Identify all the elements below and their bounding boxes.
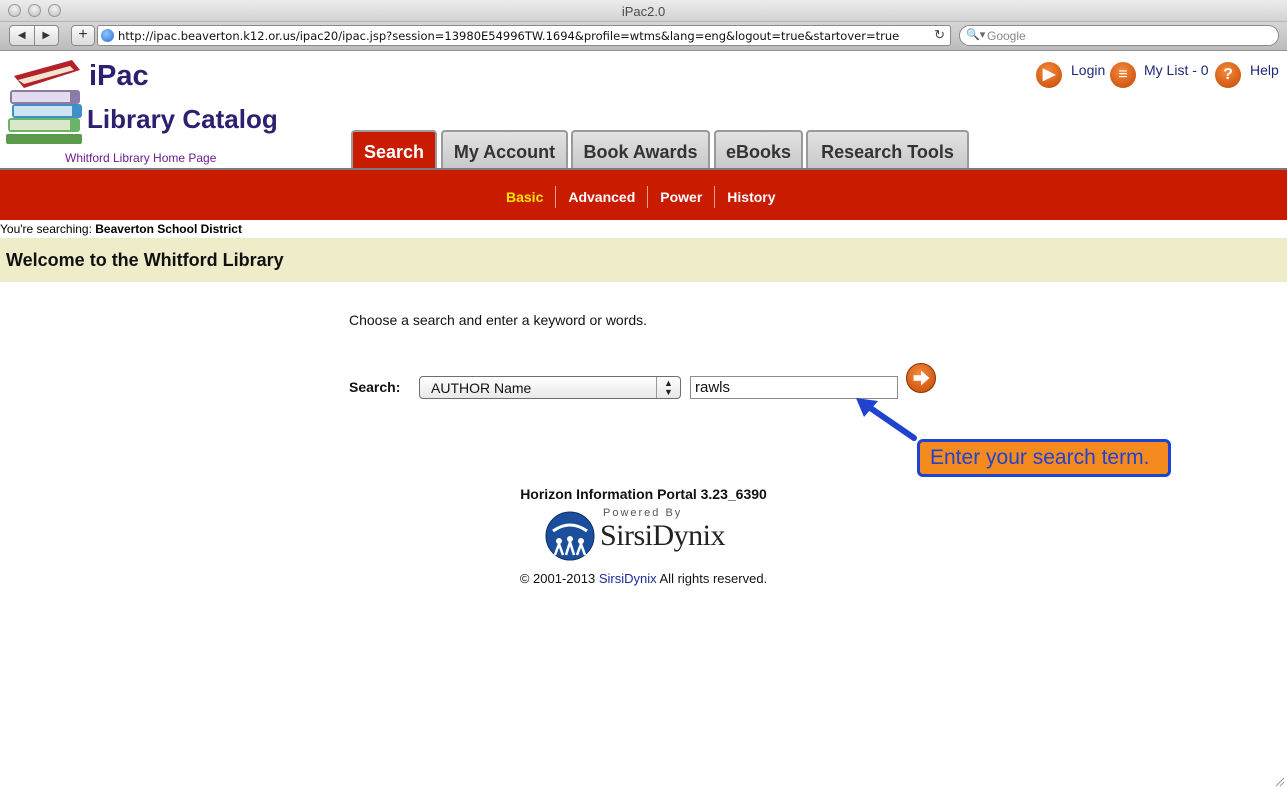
back-forward-buttons: ◀ ▶: [9, 25, 59, 46]
sirsidynix-globe-icon: [545, 511, 595, 561]
help-question-icon[interactable]: ?: [1215, 62, 1241, 88]
subnav-basic[interactable]: Basic: [494, 186, 557, 208]
copyright: © 2001-2013 SirsiDynix All rights reserv…: [0, 571, 1287, 586]
search-placeholder: Google: [987, 29, 1026, 43]
sirsidynix-link[interactable]: SirsiDynix: [599, 571, 657, 586]
url-text[interactable]: http://ipac.beaverton.k12.or.us/ipac20/i…: [118, 29, 918, 43]
search-type-value: AUTHOR Name: [431, 380, 532, 396]
search-instructions: Choose a search and enter a keyword or w…: [349, 312, 648, 328]
copyright-prefix: © 2001-2013: [519, 571, 596, 586]
add-bookmark-button[interactable]: +: [71, 25, 95, 46]
search-subnav-bar: Basic Advanced Power History: [0, 168, 1287, 220]
search-type-label: Search:: [349, 379, 401, 395]
my-list-link[interactable]: My List - 0: [1144, 62, 1209, 78]
window-titlebar: iPac2.0: [0, 0, 1287, 22]
address-bar[interactable]: http://ipac.beaverton.k12.or.us/ipac20/i…: [97, 25, 951, 46]
search-context: You're searching: Beaverton School Distr…: [0, 222, 242, 236]
back-arrow-icon[interactable]: ◀: [10, 26, 35, 45]
callout-arrow-icon: [856, 398, 917, 441]
help-link[interactable]: Help: [1250, 62, 1279, 78]
portal-version: Horizon Information Portal 3.23_6390: [520, 486, 767, 502]
browser-toolbar: ◀ ▶ + http://ipac.beaverton.k12.or.us/ip…: [0, 22, 1287, 51]
login-arrow-icon[interactable]: ▶: [1036, 62, 1062, 88]
tab-ebooks[interactable]: eBooks: [714, 130, 803, 168]
welcome-band: Welcome to the Whitford Library: [0, 238, 1287, 282]
search-icon: 🔍▾: [966, 29, 986, 41]
page-title: Welcome to the Whitford Library: [6, 250, 284, 270]
search-context-library: Beaverton School District: [95, 222, 242, 236]
tab-search[interactable]: Search: [351, 130, 437, 168]
resize-grip-icon[interactable]: [1275, 777, 1285, 787]
browser-search-field[interactable]: 🔍▾ Google: [959, 25, 1279, 46]
sirsidynix-logo: Powered By SirsiDynix: [545, 507, 755, 563]
logo-ipac-text: iPac: [89, 60, 149, 92]
search-subnav: Basic Advanced Power History: [494, 186, 788, 208]
copyright-suffix: All rights reserved.: [659, 571, 768, 586]
tab-my-account[interactable]: My Account: [441, 130, 568, 168]
my-list-icon[interactable]: ≡: [1110, 62, 1136, 88]
top-links: ▶ Login ≡ My List - 0 ? Help: [1036, 60, 1286, 90]
subnav-power[interactable]: Power: [648, 186, 716, 208]
search-type-select[interactable]: AUTHOR Name ▲ ▼: [419, 376, 681, 399]
search-context-prefix: You're searching:: [0, 222, 92, 236]
forward-arrow-icon[interactable]: ▶: [35, 26, 59, 45]
window-title: iPac2.0: [621, 4, 666, 19]
globe-icon: [101, 29, 114, 42]
tab-book-awards[interactable]: Book Awards: [571, 130, 710, 168]
reload-icon[interactable]: ↻: [934, 27, 945, 43]
books-logo-icon: [6, 60, 82, 144]
select-arrows-icon: ▲ ▼: [656, 377, 680, 398]
annotation-callout: Enter your search term.: [917, 439, 1171, 477]
home-page-link[interactable]: Whitford Library Home Page: [65, 151, 216, 165]
search-go-button[interactable]: [906, 363, 936, 393]
login-link[interactable]: Login: [1071, 62, 1105, 78]
powered-by-text: Powered By: [603, 507, 683, 519]
sirsidynix-wordmark: SirsiDynix: [600, 519, 726, 552]
subnav-history[interactable]: History: [715, 186, 787, 208]
tab-research-tools[interactable]: Research Tools: [806, 130, 969, 168]
logo-catalog-text: Library Catalog: [87, 104, 278, 134]
subnav-advanced[interactable]: Advanced: [556, 186, 649, 208]
